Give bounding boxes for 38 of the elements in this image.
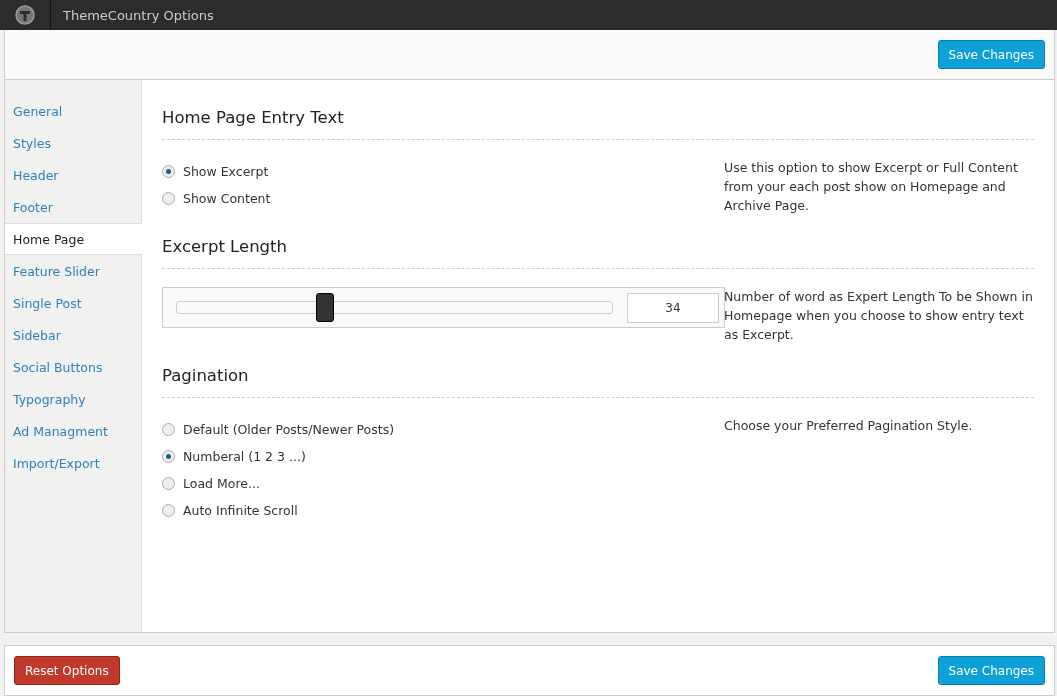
option-label: Auto Infinite Scroll [183, 503, 298, 518]
sidebar-item[interactable]: Single Post [5, 287, 141, 319]
sidebar-item[interactable]: Sidebar [5, 319, 141, 351]
sidebar-item[interactable]: General [5, 95, 141, 127]
sidebar-item[interactable]: Home Page [5, 223, 142, 255]
section-title: Excerpt Length [162, 237, 1034, 269]
description-text: Choose your Preferred Pagination Style. [724, 417, 974, 435]
radio-button[interactable] [162, 192, 175, 205]
logo-icon [15, 5, 35, 25]
option-label: Numberal (1 2 3 ...) [183, 449, 306, 464]
section-title: Home Page Entry Text [162, 108, 1034, 140]
description-text: Number of word as Expert Length To be Shown in Homepage when you choose to show entry text as Excerpt. [724, 288, 1034, 344]
section-title: Pagination [162, 366, 1034, 398]
sidebar-item[interactable]: Import/Export [5, 447, 141, 479]
radio-button[interactable] [162, 423, 175, 436]
radio-button[interactable] [162, 450, 175, 463]
option-label: Default (Older Posts/Newer Posts) [183, 422, 395, 437]
radio-button[interactable] [162, 477, 175, 490]
app-title: ThemeCountry Options [63, 7, 214, 23]
sidebar-item[interactable]: Typography [5, 383, 141, 415]
sidebar-item[interactable]: Styles [5, 127, 141, 159]
option-label: Load More... [183, 476, 260, 491]
sidebar-item[interactable]: Social Buttons [5, 351, 141, 383]
sidebar-item[interactable]: Footer [5, 191, 141, 223]
sidebar-item[interactable]: Ad Managment [5, 415, 141, 447]
option-label: Show Content [183, 191, 271, 206]
option-label: Show Excerpt [183, 164, 269, 179]
save-button[interactable]: Save Changes [937, 40, 1045, 69]
radio-button[interactable] [162, 504, 175, 517]
sidebar-item[interactable]: Header [5, 159, 141, 191]
sidebar-item[interactable]: Feature Slider [5, 255, 141, 287]
description-text: Use this option to show Excerpt or Full Content from your each post show on Homepage and Archive Page. [724, 159, 1019, 215]
number-field[interactable]: 34 [627, 292, 719, 323]
reset-button[interactable]: Reset Options [14, 656, 120, 685]
save-button[interactable]: Save Changes [937, 656, 1045, 685]
radio-button[interactable] [162, 165, 175, 178]
slider[interactable] [176, 293, 613, 322]
slider-thumb[interactable] [315, 293, 334, 322]
